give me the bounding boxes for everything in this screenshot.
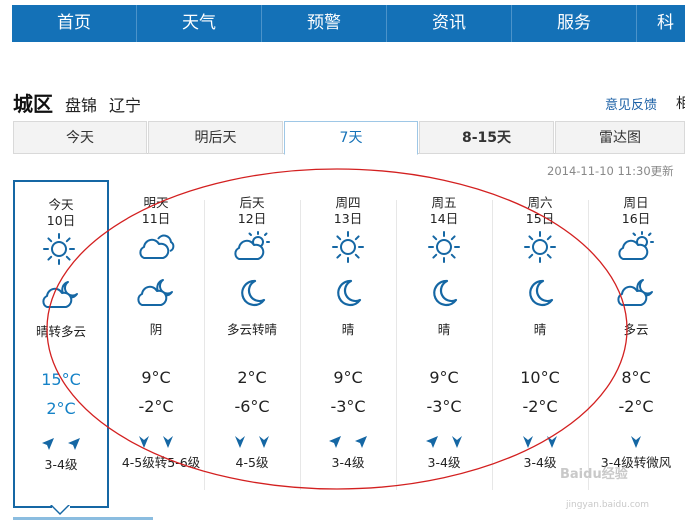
forecast-day-column[interactable]: 周日 16日 多云 8°C -2°C 3-4级转微风	[588, 180, 684, 510]
forecast-day-column[interactable]: 周四 13日 晴 9°C -3°C 3-4级	[300, 180, 396, 510]
day-date: 12日	[237, 211, 267, 226]
wind-level: 3-4级	[44, 457, 78, 472]
moon-icon	[300, 276, 396, 310]
moon-icon	[204, 276, 300, 310]
nav-item-weather[interactable]: 天气	[137, 5, 262, 42]
northeast-arrow-icon	[40, 436, 56, 456]
feedback-link[interactable]: 意见反馈	[605, 94, 657, 113]
south-arrow-icon	[257, 434, 271, 454]
sun-icon	[13, 232, 105, 266]
location-city[interactable]: 盘锦	[65, 92, 97, 116]
sun-icon	[492, 230, 588, 264]
tab-radar[interactable]: 雷达图	[555, 121, 685, 154]
sun-icon	[396, 230, 492, 264]
wind-direction	[396, 434, 492, 452]
partly-cloudy-night-icon	[15, 278, 107, 312]
weather-description: 晴	[533, 322, 547, 337]
day-date: 16日	[621, 211, 651, 226]
updated-timestamp: 2014-11-10 11:30更新	[547, 164, 674, 178]
selected-day-frame	[70, 506, 109, 508]
forecast-tabs: 今天 明后天 7天 8-15天 雷达图	[13, 121, 685, 155]
high-temperature: 10°C	[520, 368, 560, 387]
nav-item-home[interactable]: 首页	[12, 5, 137, 42]
selected-day-frame	[13, 506, 52, 508]
partly-cloudy-night-icon	[588, 276, 684, 310]
south-arrow-icon	[233, 434, 247, 454]
forecast-day-column[interactable]: 明天 11日 阴 9°C -2°C 4-5级转5-6级	[108, 180, 204, 510]
weather-description: 晴	[341, 322, 355, 337]
low-temperature: -3°C	[330, 397, 366, 416]
south-arrow-icon	[521, 434, 535, 454]
location-name: 城区	[13, 92, 53, 116]
high-temperature: 2°C	[237, 368, 267, 387]
clipped-link[interactable]: 相	[676, 93, 685, 113]
location-heading: 城区 盘锦 辽宁	[13, 88, 153, 117]
weather-description: 阴	[149, 322, 163, 337]
partly-cloudy-icon	[588, 230, 684, 264]
tab-8-15-days[interactable]: 8-15天	[419, 121, 554, 154]
moon-icon	[492, 276, 588, 310]
cloud-icon	[108, 230, 204, 264]
wind-direction	[588, 434, 684, 452]
nav-item-warnings[interactable]: 预警	[262, 5, 387, 42]
day-date: 15日	[525, 211, 555, 226]
wind-direction	[492, 434, 588, 452]
sun-icon	[300, 230, 396, 264]
high-temperature: 9°C	[333, 368, 363, 387]
nav-item-services[interactable]: 服务	[512, 5, 637, 42]
high-temperature: 9°C	[429, 368, 459, 387]
high-temperature: 9°C	[141, 368, 171, 387]
wind-direction	[15, 436, 107, 454]
tab-today[interactable]: 今天	[13, 121, 147, 154]
northeast-arrow-icon	[66, 436, 82, 456]
partly-cloudy-night-icon	[108, 276, 204, 310]
low-temperature: 2°C	[46, 399, 76, 418]
low-temperature: -2°C	[522, 397, 558, 416]
south-arrow-icon	[161, 434, 175, 454]
northeast-arrow-icon	[424, 434, 440, 454]
high-temperature: 8°C	[621, 368, 651, 387]
wind-level: 4-5级转5-6级	[121, 455, 201, 470]
south-arrow-icon	[137, 434, 151, 454]
moon-icon	[396, 276, 492, 310]
tab-tomorrow[interactable]: 明后天	[148, 121, 283, 154]
wind-direction	[300, 434, 396, 452]
forecast-day-column[interactable]: 今天 10日 晴转多云 15°C 2°C 3-4级	[13, 180, 109, 508]
weather-description: 晴转多云	[35, 324, 86, 339]
low-temperature: -3°C	[426, 397, 462, 416]
selected-day-pointer	[52, 505, 68, 513]
day-date: 11日	[141, 211, 171, 226]
low-temperature: -2°C	[138, 397, 174, 416]
northeast-arrow-icon	[327, 434, 343, 454]
nav-item-news[interactable]: 资讯	[387, 5, 512, 42]
forecast-day-column[interactable]: 周六 15日 晴 10°C -2°C 3-4级	[492, 180, 588, 510]
nav-item-science[interactable]: 科	[637, 5, 685, 42]
wind-direction	[108, 434, 204, 452]
location-province[interactable]: 辽宁	[109, 92, 141, 116]
tab-7-days[interactable]: 7天	[284, 121, 418, 155]
forecast-day-column[interactable]: 后天 12日 多云转晴 2°C -6°C 4-5级	[204, 180, 300, 510]
day-date: 14日	[429, 211, 459, 226]
low-temperature: -2°C	[618, 397, 654, 416]
high-temperature: 15°C	[41, 370, 81, 389]
weather-description: 多云转晴	[226, 322, 277, 337]
day-date: 13日	[333, 211, 363, 226]
watermark-url: jingyan.baidu.com	[566, 500, 650, 510]
day-date: 10日	[46, 213, 76, 228]
weather-description: 多云	[623, 322, 649, 337]
forecast-day-column[interactable]: 周五 14日 晴 9°C -3°C 3-4级	[396, 180, 492, 510]
south-arrow-icon	[545, 434, 559, 454]
top-nav: 首页 天气 预警 资讯 服务 科	[12, 5, 685, 42]
northeast-arrow-icon	[353, 434, 369, 454]
wind-direction	[204, 434, 300, 452]
low-temperature: -6°C	[234, 397, 270, 416]
weather-description: 晴	[437, 322, 451, 337]
south-arrow-icon	[629, 434, 643, 454]
south-arrow-icon	[450, 434, 464, 454]
watermark-logo: Baidu经验	[560, 467, 628, 482]
scroll-indicator	[13, 517, 153, 520]
partly-cloudy-icon	[204, 230, 300, 264]
